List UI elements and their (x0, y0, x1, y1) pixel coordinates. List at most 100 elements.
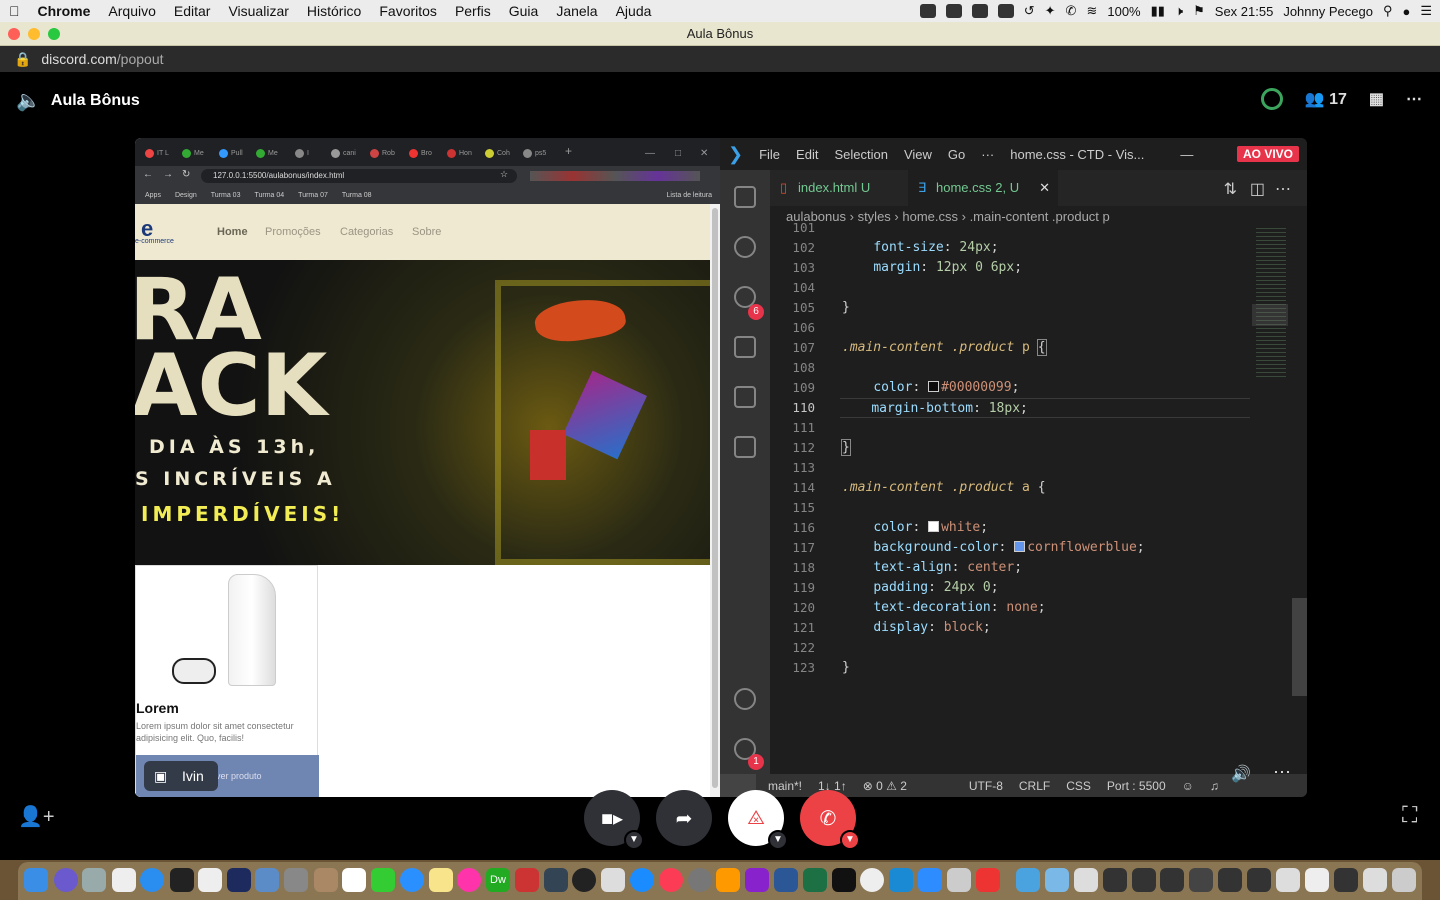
accounts-icon[interactable] (734, 688, 756, 710)
split-editor-icon[interactable]: ◫ (1250, 179, 1265, 199)
product-card[interactable]: Lorem Lorem ipsum dolor sit amet consect… (135, 565, 319, 797)
browser-scrollbar[interactable] (710, 204, 720, 797)
browser-scrollbar-thumb[interactable] (712, 208, 718, 788)
camera-tray-icon[interactable] (919, 4, 936, 18)
nav-home[interactable]: Home (217, 226, 248, 238)
xcode-icon[interactable] (284, 868, 308, 892)
menu-edit[interactable]: Edit (788, 147, 826, 162)
code-line-116[interactable]: color: white; (842, 518, 1252, 538)
screenshot-thumbnail[interactable] (1276, 868, 1300, 892)
close-browser-icon[interactable]: ✕ (700, 146, 708, 160)
apple-icon[interactable]:  (0, 3, 29, 19)
tab-home-css[interactable]: ∃ home.css 2, U ✕ (908, 170, 1058, 206)
breadcrumb-subfolder[interactable]: styles (858, 209, 891, 224)
stream-volume-icon[interactable]: 🔊 (1231, 764, 1251, 784)
launchpad-icon[interactable] (82, 868, 106, 892)
editor-scrollbar[interactable] (1292, 228, 1307, 768)
volume-icon[interactable]: 🕨 (1175, 3, 1183, 19)
books-icon[interactable] (716, 868, 740, 892)
screenshot-thumbnail[interactable] (1305, 868, 1329, 892)
reading-list[interactable]: Lista de leitura (666, 192, 712, 199)
bookmark-apps[interactable]: Apps (145, 192, 161, 199)
downloads-folder-icon[interactable] (1016, 868, 1040, 892)
editor-scrollbar-thumb[interactable] (1292, 598, 1307, 696)
chrome-icon[interactable] (860, 868, 884, 892)
bookmark-turma07[interactable]: Turma 07 (298, 192, 328, 199)
forward-icon[interactable]: → (163, 169, 173, 180)
stream-more-icon[interactable]: ⋯ (1273, 762, 1291, 783)
screenshot-thumbnail[interactable] (1363, 868, 1387, 892)
fullscreen-icon[interactable]: ⛶ (1402, 802, 1417, 828)
code-line-119[interactable]: padding: 24px 0; (842, 578, 1252, 598)
system-preferences-icon[interactable] (688, 868, 712, 892)
chevron-down-icon[interactable]: ▼ (624, 830, 644, 850)
code-line-109[interactable]: color: #00000099; (842, 378, 1252, 398)
app-icon[interactable] (947, 868, 971, 892)
menu-historico[interactable]: Histórico (298, 3, 370, 19)
chevron-down-icon[interactable]: ▼ (768, 830, 788, 850)
code-line-102[interactable]: font-size: 24px; (842, 238, 1252, 258)
menu-ajuda[interactable]: Ajuda (607, 3, 661, 19)
color-swatch[interactable] (928, 381, 940, 392)
notes-dock-icon[interactable] (112, 868, 136, 892)
minimap[interactable] (1252, 228, 1292, 768)
browser-tab[interactable]: ps5 (523, 146, 546, 160)
minimize-browser-icon[interactable]: — (645, 146, 655, 160)
remote-explorer-icon[interactable] (734, 386, 756, 408)
grid-app-icon[interactable] (198, 868, 222, 892)
code-line-117[interactable]: background-color: cornflowerblue; (842, 538, 1252, 558)
preview-icon[interactable] (255, 868, 279, 892)
maximize-browser-icon[interactable]: □ (675, 146, 681, 160)
overlay-screen-label[interactable]: ▣ Ivin (144, 761, 218, 791)
browser-tab[interactable]: cani (331, 146, 356, 160)
imovie-icon[interactable] (745, 868, 769, 892)
screenshot-thumbnail[interactable] (1132, 868, 1156, 892)
zoom-window-button[interactable] (48, 28, 60, 40)
menu-favoritos[interactable]: Favoritos (370, 3, 446, 19)
bookmark-design[interactable]: Design (175, 192, 197, 199)
extensions-icon[interactable] (530, 171, 700, 181)
minimap-slider[interactable] (1252, 304, 1288, 326)
camera-button[interactable]: ■▸ ▼ (584, 790, 644, 850)
disconnect-button[interactable]: ✆ ▼ (800, 790, 860, 850)
reload-icon[interactable]: ↻ (182, 169, 190, 180)
document-thumbnail[interactable] (1074, 868, 1098, 892)
zoom-icon[interactable] (918, 868, 942, 892)
app-store-icon[interactable] (630, 868, 654, 892)
bluetooth-icon[interactable]: ✦ (1045, 3, 1056, 19)
breadcrumb-file[interactable]: home.css (902, 209, 958, 224)
phone-icon[interactable]: ✆ (1066, 3, 1077, 19)
cloud-tray-icon[interactable] (997, 4, 1014, 18)
run-debug-icon[interactable] (734, 336, 756, 358)
compare-changes-icon[interactable]: ⇅ (1224, 179, 1237, 199)
color-swatch[interactable] (1014, 541, 1026, 552)
bookmark-turma03[interactable]: Turma 03 (211, 192, 241, 199)
menu-janela[interactable]: Janela (547, 3, 606, 19)
dreamweaver-icon[interactable]: Dw (486, 868, 510, 892)
nav-sobre[interactable]: Sobre (412, 226, 441, 238)
siri-dock-icon[interactable] (54, 868, 78, 892)
battery-icon[interactable]: ▮▮ (1151, 3, 1165, 19)
flag-icon[interactable]: ⚑ (1193, 3, 1205, 19)
browser-tab[interactable]: Me (256, 146, 278, 160)
browser-tab[interactable]: Hon (447, 146, 472, 160)
screenshot-thumbnail[interactable] (1189, 868, 1213, 892)
screen-share-button[interactable]: ➦ (656, 790, 712, 846)
app-icon[interactable] (515, 868, 539, 892)
vscode-minimize-icon[interactable]: — (1172, 147, 1201, 162)
code-line-103[interactable]: margin: 12px 0 6px; (842, 258, 1252, 278)
more-options-icon[interactable]: ⋯ (1406, 89, 1422, 109)
menu-perfis[interactable]: Perfis (446, 3, 500, 19)
screenshot-thumbnail[interactable] (1218, 868, 1242, 892)
messages-icon[interactable] (400, 868, 424, 892)
breadcrumb-symbol[interactable]: .main-content .product p (970, 209, 1110, 224)
bookmark-turma04[interactable]: Turma 04 (254, 192, 284, 199)
code-line-123[interactable]: } (842, 658, 1252, 678)
menubar-clock[interactable]: Sex 21:55 (1215, 4, 1274, 19)
app-icon[interactable] (832, 868, 856, 892)
browser-tab[interactable]: I (295, 146, 309, 160)
accessibility-tray-icon[interactable] (971, 4, 988, 18)
code-line-120[interactable]: text-decoration: none; (842, 598, 1252, 618)
music-icon[interactable] (659, 868, 683, 892)
calendar-icon[interactable] (342, 868, 366, 892)
